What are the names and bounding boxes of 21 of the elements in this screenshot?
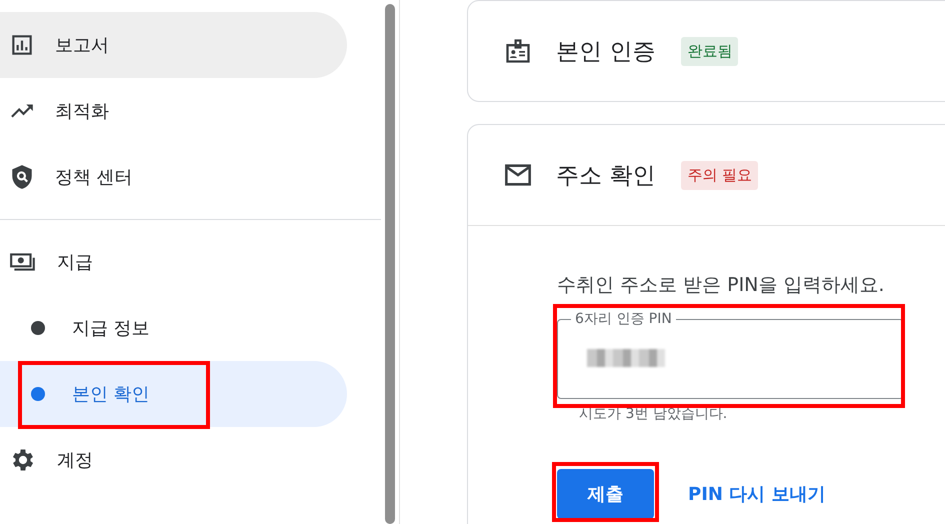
sidebar-item[interactable]: 보고서 bbox=[0, 12, 347, 78]
helper-text: 시도가 3번 남았습니다. bbox=[579, 405, 728, 423]
sidebar-item[interactable]: 본인 확인 bbox=[0, 361, 347, 427]
submit-button[interactable]: 제출 bbox=[557, 469, 654, 519]
sidebar-item[interactable]: 최적화 bbox=[0, 78, 347, 144]
card-title: 주소 확인 bbox=[556, 162, 656, 190]
id-badge-icon bbox=[504, 37, 532, 65]
status-badge: 주의 필요 bbox=[681, 160, 758, 190]
field-label: 6자리 인증 PIN bbox=[571, 310, 676, 328]
bullet-icon bbox=[31, 321, 45, 335]
scrollbar-thumb[interactable] bbox=[385, 4, 396, 524]
status-badge: 완료됨 bbox=[681, 36, 738, 66]
resend-pin-link[interactable]: PIN 다시 보내기 bbox=[688, 482, 826, 506]
sidebar-item[interactable]: 정책 센터 bbox=[0, 144, 347, 210]
sidebar-item[interactable]: 지급 정보 bbox=[0, 295, 347, 361]
card-title: 본인 인증 bbox=[556, 38, 656, 66]
sidebar-item[interactable]: 계정 bbox=[0, 427, 347, 493]
sidebar-item[interactable]: 지급 bbox=[0, 229, 347, 295]
instruction-text: 수취인 주소로 받은 PIN을 입력하세요. bbox=[557, 273, 886, 298]
mail-icon bbox=[504, 163, 532, 187]
bullet-icon bbox=[31, 387, 45, 401]
